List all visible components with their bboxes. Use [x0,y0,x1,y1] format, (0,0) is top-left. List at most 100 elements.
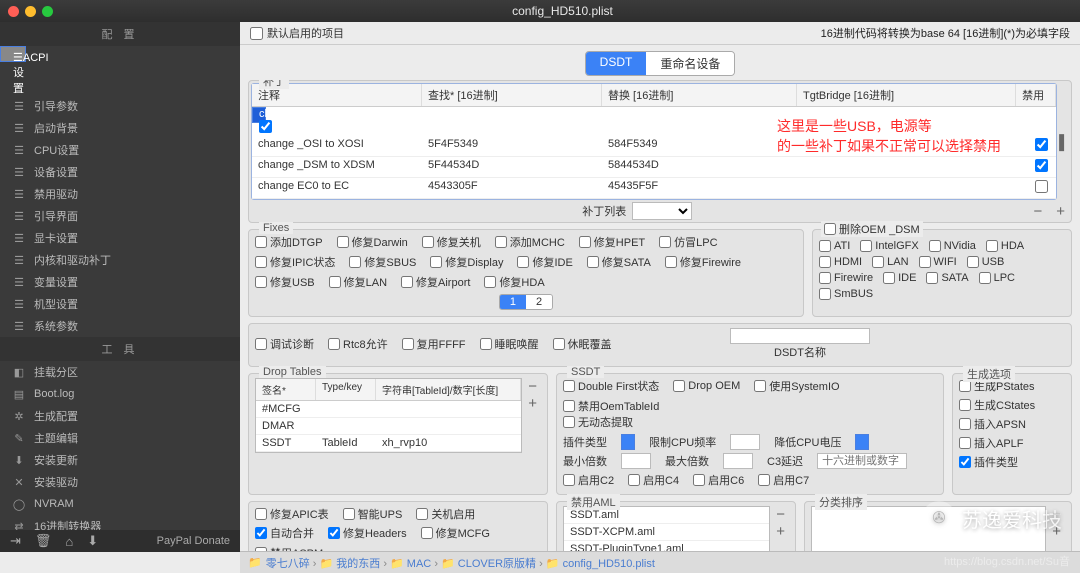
download-icon[interactable]: ⬇ [87,533,98,549]
dsdt-name-input[interactable] [730,328,870,344]
fix-checkbox[interactable]: 仿冒LPC [659,234,717,250]
sidebar-item[interactable]: ☰引导参数 [0,95,240,117]
oem-checkbox[interactable]: USB [967,256,1005,268]
patch-add-button[interactable]: + [1052,203,1069,220]
sidebar-item[interactable]: ☰设备设置 [0,161,240,183]
ssdt-checkbox[interactable]: Drop OEM [673,380,740,392]
breadcrumb-item[interactable]: 零七八碎 [266,558,310,570]
oem-checkbox[interactable]: HDA [986,240,1024,252]
fix-checkbox[interactable]: 修复LAN [329,274,387,290]
drop-remove[interactable]: − [524,378,541,395]
oem-checkbox[interactable]: IDE [883,272,916,284]
patch-row[interactable]: change _DSM to XDSM5F44534D5844534D [252,157,1056,178]
drop-row[interactable]: SSDTTableIdxh_rvp10 [256,435,521,452]
misc-checkbox[interactable]: 调试诊断 [255,336,314,352]
breadcrumb-item[interactable]: MAC [407,558,431,570]
patch-row[interactable]: change _OSI to XOSI5F4F5349584F5349 [252,136,1056,157]
drop-add[interactable]: + [524,395,541,412]
zoom-icon[interactable] [42,6,53,17]
sidebar-item[interactable]: ☰系统参数 [0,315,240,337]
fix-checkbox[interactable]: 修复HPET [579,234,645,250]
page-2[interactable]: 2 [526,295,552,309]
apic-checkbox[interactable]: 关机启用 [416,506,475,522]
home-icon[interactable]: ⌂ [65,534,73,549]
ssdt-checkbox[interactable]: 使用SystemIO [754,378,839,394]
nodyn-checkbox[interactable]: 无动态提取 [563,414,633,430]
patch-remove-button[interactable]: − [1029,203,1046,220]
patch-row[interactable]: change OSID to XSID (to avoi...4F5349445… [252,107,266,123]
fix-checkbox[interactable]: 修复Firewire [665,254,741,270]
min-mult-input[interactable] [621,453,651,469]
cstate-checkbox[interactable]: 启用C2 [563,472,614,488]
page-1[interactable]: 1 [500,295,526,309]
fix-checkbox[interactable]: 修复SBUS [349,254,416,270]
default-enabled-checkbox[interactable]: 默认启用的项目 [250,25,344,41]
sidebar-item[interactable]: ☰机型设置 [0,293,240,315]
patch-list-select[interactable] [632,202,692,220]
apic-checkbox[interactable]: 修复Headers [328,525,407,541]
misc-checkbox[interactable]: 复用FFFF [402,336,466,352]
tab-dsdt[interactable]: DSDT [586,52,647,75]
sidebar-item[interactable]: ☰引导界面 [0,205,240,227]
trash-icon[interactable]: 🗑 [35,533,52,549]
oem-checkbox[interactable]: LAN [872,256,908,268]
oem-checkbox[interactable]: SATA [926,272,968,284]
fix-checkbox[interactable]: 修复Darwin [337,234,408,250]
sidebar-tool[interactable]: ⬇安装更新 [0,449,240,471]
sidebar-item[interactable]: ☰禁用驱动 [0,183,240,205]
fix-checkbox[interactable]: 修复Display [430,254,503,270]
oem-checkbox[interactable]: IntelGFX [860,240,918,252]
fix-checkbox[interactable]: 修复USB [255,274,315,290]
fix-checkbox[interactable]: 修复Airport [401,274,470,290]
fix-checkbox[interactable]: 添加DTGP [255,234,323,250]
sidebar-tool[interactable]: ⇄16进制转换器 [0,515,240,530]
disable-checkbox[interactable] [259,122,272,133]
oem-checkbox[interactable]: HDMI [819,256,862,268]
oem-dsm-checkbox[interactable]: 删除OEM _DSM [821,221,923,237]
minimize-icon[interactable] [25,6,36,17]
gen-checkbox[interactable]: 生成CStates [959,397,1065,413]
export-icon[interactable]: ⇥ [10,533,21,549]
misc-checkbox[interactable]: Rtc8允许 [328,336,388,352]
disable-checkbox[interactable] [1035,138,1048,151]
sidebar-item[interactable]: ☰内核和驱动补丁 [0,249,240,271]
drop-row[interactable]: DMAR [256,418,521,435]
gen-checkbox[interactable]: 插件类型 [959,454,1065,470]
disable-checkbox[interactable] [1035,180,1048,193]
aml-add[interactable]: + [772,523,789,540]
tab-rename[interactable]: 重命名设备 [646,52,734,75]
aml-remove[interactable]: − [772,506,789,523]
fix-checkbox[interactable]: 修复IPIC状态 [255,254,335,270]
apic-checkbox[interactable]: 修复MCFG [421,525,490,541]
gen-checkbox[interactable]: 插入APSN [959,416,1065,432]
oem-checkbox[interactable]: ATI [819,240,850,252]
misc-checkbox[interactable]: 休眠覆盖 [553,336,612,352]
sidebar-tool[interactable]: ✲生成配置 [0,405,240,427]
apic-checkbox[interactable]: 智能UPS [343,506,403,522]
sidebar-item[interactable]: ☰启动背景 [0,117,240,139]
close-icon[interactable] [8,6,19,17]
ssdt-checkbox[interactable]: 禁用OemTableId [563,398,659,414]
sidebar-tool[interactable]: ✕安装驱动 [0,471,240,493]
aml-row[interactable]: SSDT-XCPM.aml [564,524,769,541]
patches-scrollbar[interactable]: ▌ [1059,83,1069,200]
plugin-type-select[interactable] [621,434,635,450]
breadcrumb-item[interactable]: config_HD510.plist [563,558,655,570]
sidebar-tool[interactable]: ✎主题编辑 [0,427,240,449]
cstate-checkbox[interactable]: 启用C7 [758,472,809,488]
gen-checkbox[interactable]: 插入APLF [959,435,1065,451]
breadcrumb-item[interactable]: 我的东西 [336,558,380,570]
apic-checkbox[interactable]: 自动合并 [255,525,314,541]
sidebar-tool[interactable]: ▤Boot.log [0,383,240,405]
sidebar-tool[interactable]: ◯NVRAM [0,493,240,515]
cstate-checkbox[interactable]: 启用C4 [628,472,679,488]
sidebar-item[interactable]: ☰CPU设置 [0,139,240,161]
misc-checkbox[interactable]: 睡眠唤醒 [480,336,539,352]
donate-button[interactable]: PayPal Donate [157,535,230,547]
cstate-checkbox[interactable]: 启用C6 [693,472,744,488]
c3-lat-input[interactable] [817,453,907,469]
sidebar-item[interactable]: ☰显卡设置 [0,227,240,249]
oem-checkbox[interactable]: LPC [979,272,1015,284]
oem-checkbox[interactable]: NVidia [929,240,976,252]
ssdt-checkbox[interactable]: Double First状态 [563,378,659,394]
